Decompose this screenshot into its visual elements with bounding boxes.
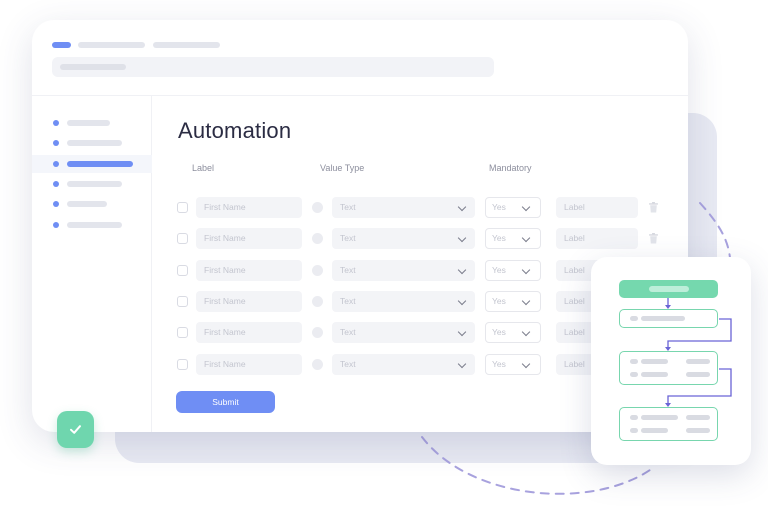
column-header-label: Label	[192, 163, 215, 173]
sidebar-item-label	[67, 201, 107, 207]
row-checkbox[interactable]	[177, 358, 188, 370]
chevron-down-icon	[521, 265, 531, 274]
workflow-diagram-card	[591, 257, 751, 465]
column-header-value-type: Value Type	[320, 163, 365, 173]
trash-icon[interactable]	[649, 233, 658, 244]
row-checkbox[interactable]	[177, 202, 188, 213]
mandatory-text: Yes	[492, 295, 506, 306]
value-type-text: Text	[340, 264, 356, 275]
header-tab[interactable]	[78, 42, 145, 48]
row-radio[interactable]	[312, 327, 323, 339]
sidebar-item[interactable]	[32, 134, 152, 152]
value-type-select[interactable]: Text	[332, 322, 475, 344]
success-badge	[57, 411, 94, 448]
row-checkbox[interactable]	[177, 233, 188, 245]
sidebar-item[interactable]	[32, 175, 152, 193]
mandatory-text: Yes	[492, 358, 506, 369]
header-tab[interactable]	[153, 42, 220, 48]
sidebar-item[interactable]	[32, 216, 152, 234]
row-radio[interactable]	[312, 202, 323, 213]
chevron-down-icon	[521, 359, 531, 368]
bullet-icon	[53, 140, 59, 146]
bullet-icon	[53, 201, 59, 207]
mandatory-text: Yes	[492, 233, 506, 244]
trash-icon[interactable]	[649, 202, 658, 213]
row-checkbox[interactable]	[177, 327, 188, 339]
label-input[interactable]: First Name	[196, 322, 302, 344]
address-text	[60, 64, 126, 70]
mandatory-select[interactable]: Yes	[485, 290, 541, 312]
mandatory-select[interactable]: Yes	[485, 353, 541, 375]
column-header-mandatory: Mandatory	[489, 163, 532, 173]
chevron-down-icon	[521, 296, 531, 306]
mandatory-select[interactable]: Yes	[485, 259, 541, 281]
sidebar-item-label	[67, 161, 133, 167]
chevron-down-icon	[457, 265, 467, 274]
check-icon	[70, 425, 81, 434]
chevron-down-icon	[457, 202, 467, 212]
mandatory-select[interactable]: Yes	[485, 197, 541, 218]
bullet-icon	[53, 181, 59, 187]
chevron-down-icon	[457, 296, 467, 306]
mandatory-text: Yes	[492, 202, 506, 212]
page-title: Automation	[178, 118, 292, 143]
label-value-input[interactable]: Label	[556, 197, 638, 218]
submit-button[interactable]: Submit	[176, 391, 275, 413]
row-checkbox[interactable]	[177, 264, 188, 276]
value-type-select[interactable]: Text	[332, 290, 475, 312]
sidebar-item-label	[67, 181, 122, 187]
value-type-select[interactable]: Text	[332, 259, 475, 281]
form-row: First Name Text Yes Label	[152, 228, 688, 250]
chevron-down-icon	[457, 234, 467, 243]
bullet-icon	[53, 222, 59, 228]
mandatory-select[interactable]: Yes	[485, 322, 541, 344]
chevron-down-icon	[521, 327, 531, 337]
mandatory-text: Yes	[492, 264, 506, 275]
value-type-text: Text	[340, 358, 356, 369]
sidebar-item-label	[67, 120, 110, 126]
value-type-select[interactable]: Text	[332, 228, 475, 250]
sidebar-item-label	[67, 222, 122, 228]
sidebar	[32, 96, 152, 432]
sidebar-item[interactable]	[32, 195, 152, 213]
workflow-connectors	[665, 298, 732, 407]
chevron-down-icon	[521, 234, 531, 243]
chevron-down-icon	[457, 359, 467, 368]
chevron-down-icon	[521, 202, 531, 212]
value-type-select[interactable]: Text	[332, 197, 475, 218]
label-input[interactable]: First Name	[196, 290, 302, 312]
form-row: First Name Text Yes Label	[152, 197, 688, 219]
label-input[interactable]: First Name	[196, 228, 302, 250]
row-radio[interactable]	[312, 358, 323, 370]
row-radio[interactable]	[312, 264, 323, 276]
value-type-text: Text	[340, 295, 356, 306]
row-radio[interactable]	[312, 295, 323, 307]
sidebar-item-active[interactable]	[32, 155, 152, 173]
chevron-down-icon	[457, 327, 467, 337]
mandatory-text: Yes	[492, 327, 506, 338]
label-input[interactable]: First Name	[196, 197, 302, 218]
bullet-icon	[53, 161, 59, 167]
header-tab-active[interactable]	[52, 42, 71, 48]
mandatory-select[interactable]: Yes	[485, 228, 541, 250]
label-input[interactable]: First Name	[196, 353, 302, 375]
window-header	[32, 20, 688, 96]
row-checkbox[interactable]	[177, 295, 188, 307]
value-type-text: Text	[340, 327, 356, 338]
label-input[interactable]: First Name	[196, 259, 302, 281]
row-radio[interactable]	[312, 233, 323, 245]
value-type-text: Text	[340, 202, 356, 212]
sidebar-item[interactable]	[32, 114, 152, 132]
value-type-select[interactable]: Text	[332, 353, 475, 375]
address-bar[interactable]	[52, 57, 494, 77]
sidebar-item-label	[67, 140, 122, 146]
bullet-icon	[53, 120, 59, 126]
app-window: Automation Label Value Type Mandatory Fi…	[32, 20, 688, 432]
label-value-input[interactable]: Label	[556, 228, 638, 250]
value-type-text: Text	[340, 233, 356, 244]
